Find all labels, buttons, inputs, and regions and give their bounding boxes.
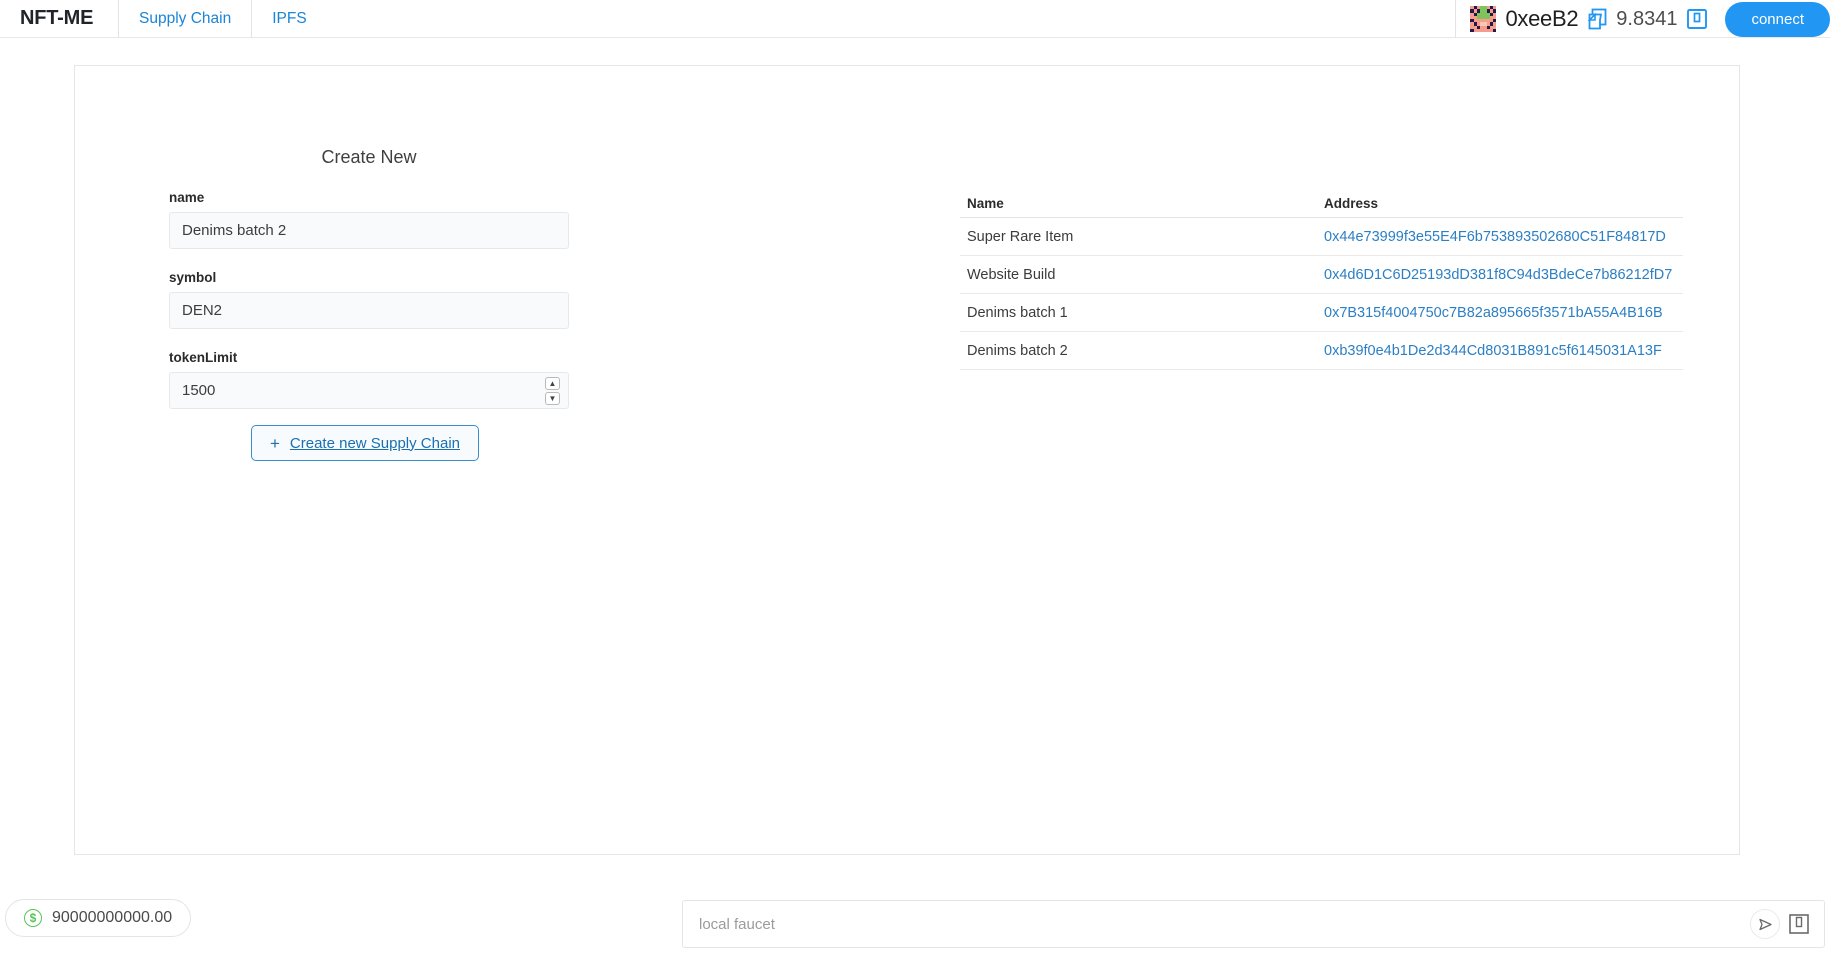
balance-amount: 90000000000.00 [52, 909, 173, 926]
column-header-name: Name [967, 196, 1004, 211]
nav-item-supply-chain[interactable]: Supply Chain [119, 0, 251, 37]
tokenlimit-stepper[interactable]: ▲ ▼ [545, 377, 560, 405]
send-icon[interactable] [1750, 909, 1780, 939]
cell-name: Website Build [967, 266, 1056, 283]
label-name: name [169, 190, 205, 205]
cell-name: Denims batch 1 [967, 304, 1068, 321]
stepper-decrement-icon[interactable]: ▼ [545, 392, 560, 405]
field-group-symbol: symbol [169, 270, 569, 329]
balance-pill[interactable]: $ 90000000000.00 [5, 899, 192, 937]
cell-address-link[interactable]: 0x4d6D1C6D25193dD381f8C94d3BdeCe7b86212f… [1324, 267, 1672, 283]
stepper-increment-icon[interactable]: ▲ [545, 377, 560, 390]
table-row: Super Rare Item 0x44e73999f3e55E4F6b7538… [960, 218, 1683, 256]
faucet-input-container [682, 900, 1825, 948]
nav-item-ipfs[interactable]: IPFS [252, 0, 326, 37]
field-group-tokenlimit: tokenLimit ▲ ▼ [169, 350, 569, 409]
cell-address-link[interactable]: 0x7B315f4004750c7B82a895665f3571bA55A4B1… [1324, 305, 1663, 321]
plus-icon: + [269, 433, 280, 453]
save-icon[interactable] [1788, 913, 1810, 935]
top-navigation-bar: NFT-ME Supply Chain IPFS 0xeeB2 9.8341 c… [0, 0, 1830, 38]
faucet-input[interactable] [683, 901, 1750, 947]
wallet-address[interactable]: 0xeeB2 [1505, 6, 1578, 32]
table-row: Denims batch 2 0xb39f0e4b1De2d344Cd8031B… [960, 332, 1683, 370]
cell-address-link[interactable]: 0xb39f0e4b1De2d344Cd8031B891c5f6145031A1… [1324, 343, 1662, 359]
create-new-title: Create New [321, 147, 417, 167]
field-group-name: name [169, 190, 569, 249]
field-wrap-symbol [169, 292, 569, 329]
cell-address-link[interactable]: 0x44e73999f3e55E4F6b753893502680C51F8481… [1324, 229, 1666, 245]
field-wrap-name [169, 212, 569, 249]
create-new-supply-chain-button[interactable]: + Create new Supply Chain [251, 425, 479, 461]
wallet-area: 0xeeB2 9.8341 connect [1455, 0, 1830, 38]
dollar-circle-icon: $ [24, 909, 42, 927]
app-brand: NFT-ME [20, 7, 94, 29]
copy-icon[interactable] [1587, 8, 1607, 30]
column-header-address: Address [1324, 196, 1379, 211]
label-symbol: symbol [169, 270, 217, 285]
connect-button[interactable]: connect [1725, 1, 1830, 37]
blockie-avatar-icon [1470, 6, 1497, 32]
name-input[interactable] [169, 212, 569, 249]
wallet-balance: 9.8341 [1616, 7, 1678, 30]
supply-chains-table: Name Address Super Rare Item 0x44e73999f… [960, 190, 1683, 370]
tokenlimit-input[interactable] [169, 372, 569, 409]
save-icon[interactable] [1686, 8, 1708, 30]
symbol-input[interactable] [169, 292, 569, 329]
field-wrap-tokenlimit: ▲ ▼ [169, 372, 569, 409]
table-row: Denims batch 1 0x7B315f4004750c7B82a8956… [960, 294, 1683, 332]
cell-name: Denims batch 2 [967, 342, 1068, 359]
create-supply-chain-form: name symbol tokenLimit ▲ ▼ [169, 190, 569, 430]
create-button-label: Create new Supply Chain [289, 434, 461, 452]
cell-name: Super Rare Item [967, 228, 1074, 245]
table-row: Website Build 0x4d6D1C6D25193dD381f8C94d… [960, 256, 1683, 294]
table-header-row: Name Address [960, 190, 1683, 218]
label-tokenlimit: tokenLimit [169, 350, 238, 365]
